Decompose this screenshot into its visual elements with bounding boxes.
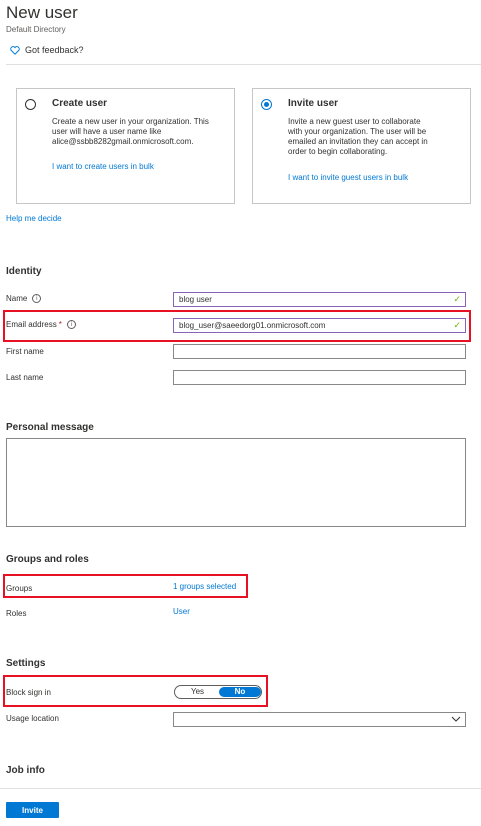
invite-user-option[interactable]: Invite user Invite a new guest user to c… [252, 88, 471, 204]
invite-button[interactable]: Invite [6, 802, 59, 818]
personal-message-textarea[interactable] [6, 438, 466, 527]
roles-link[interactable]: User [173, 607, 190, 616]
help-me-decide-link[interactable]: Help me decide [6, 214, 62, 223]
page-subtitle: Default Directory [6, 25, 66, 34]
identity-heading: Identity [6, 266, 42, 277]
first-name-label: First name [6, 347, 44, 356]
info-icon[interactable]: i [32, 294, 42, 303]
usage-location-select[interactable] [173, 712, 466, 727]
name-input[interactable]: blog user ✓ [173, 292, 466, 307]
email-highlight-box [3, 310, 471, 342]
create-user-description: Create a new user in your organization. … [52, 117, 209, 146]
feedback-label: Got feedback? [25, 45, 84, 55]
name-label-row: Name i [6, 294, 42, 303]
create-user-radio[interactable] [25, 99, 36, 110]
header-divider [6, 64, 481, 65]
page-title: New user [6, 3, 78, 22]
create-user-title: Create user [52, 98, 108, 109]
feedback-link[interactable]: Got feedback? [10, 45, 84, 55]
last-name-label: Last name [6, 373, 44, 382]
name-value: blog user [179, 295, 212, 304]
settings-heading: Settings [6, 658, 46, 669]
create-bulk-link[interactable]: I want to create users in bulk [52, 162, 222, 172]
heart-icon [10, 45, 20, 55]
groups-roles-heading: Groups and roles [6, 554, 89, 565]
personal-message-heading: Personal message [6, 422, 94, 433]
chevron-down-icon [451, 716, 461, 722]
roles-label: Roles [6, 609, 27, 618]
job-info-heading: Job info [6, 765, 45, 776]
invite-user-description: Invite a new guest user to collaborate w… [288, 117, 428, 156]
create-user-option[interactable]: Create user Create a new user in your or… [16, 88, 235, 204]
footer-divider [0, 788, 481, 789]
checkmark-icon: ✓ [453, 295, 461, 305]
block-sign-in-highlight-box [3, 675, 268, 707]
invite-user-radio[interactable] [261, 99, 272, 110]
groups-highlight-box [3, 574, 248, 598]
last-name-input[interactable] [173, 370, 466, 385]
invite-bulk-link[interactable]: I want to invite guest users in bulk [288, 173, 464, 183]
usage-location-label: Usage location [6, 714, 59, 723]
invite-user-title: Invite user [288, 98, 339, 109]
name-label: Name [6, 294, 28, 303]
first-name-input[interactable] [173, 344, 466, 359]
